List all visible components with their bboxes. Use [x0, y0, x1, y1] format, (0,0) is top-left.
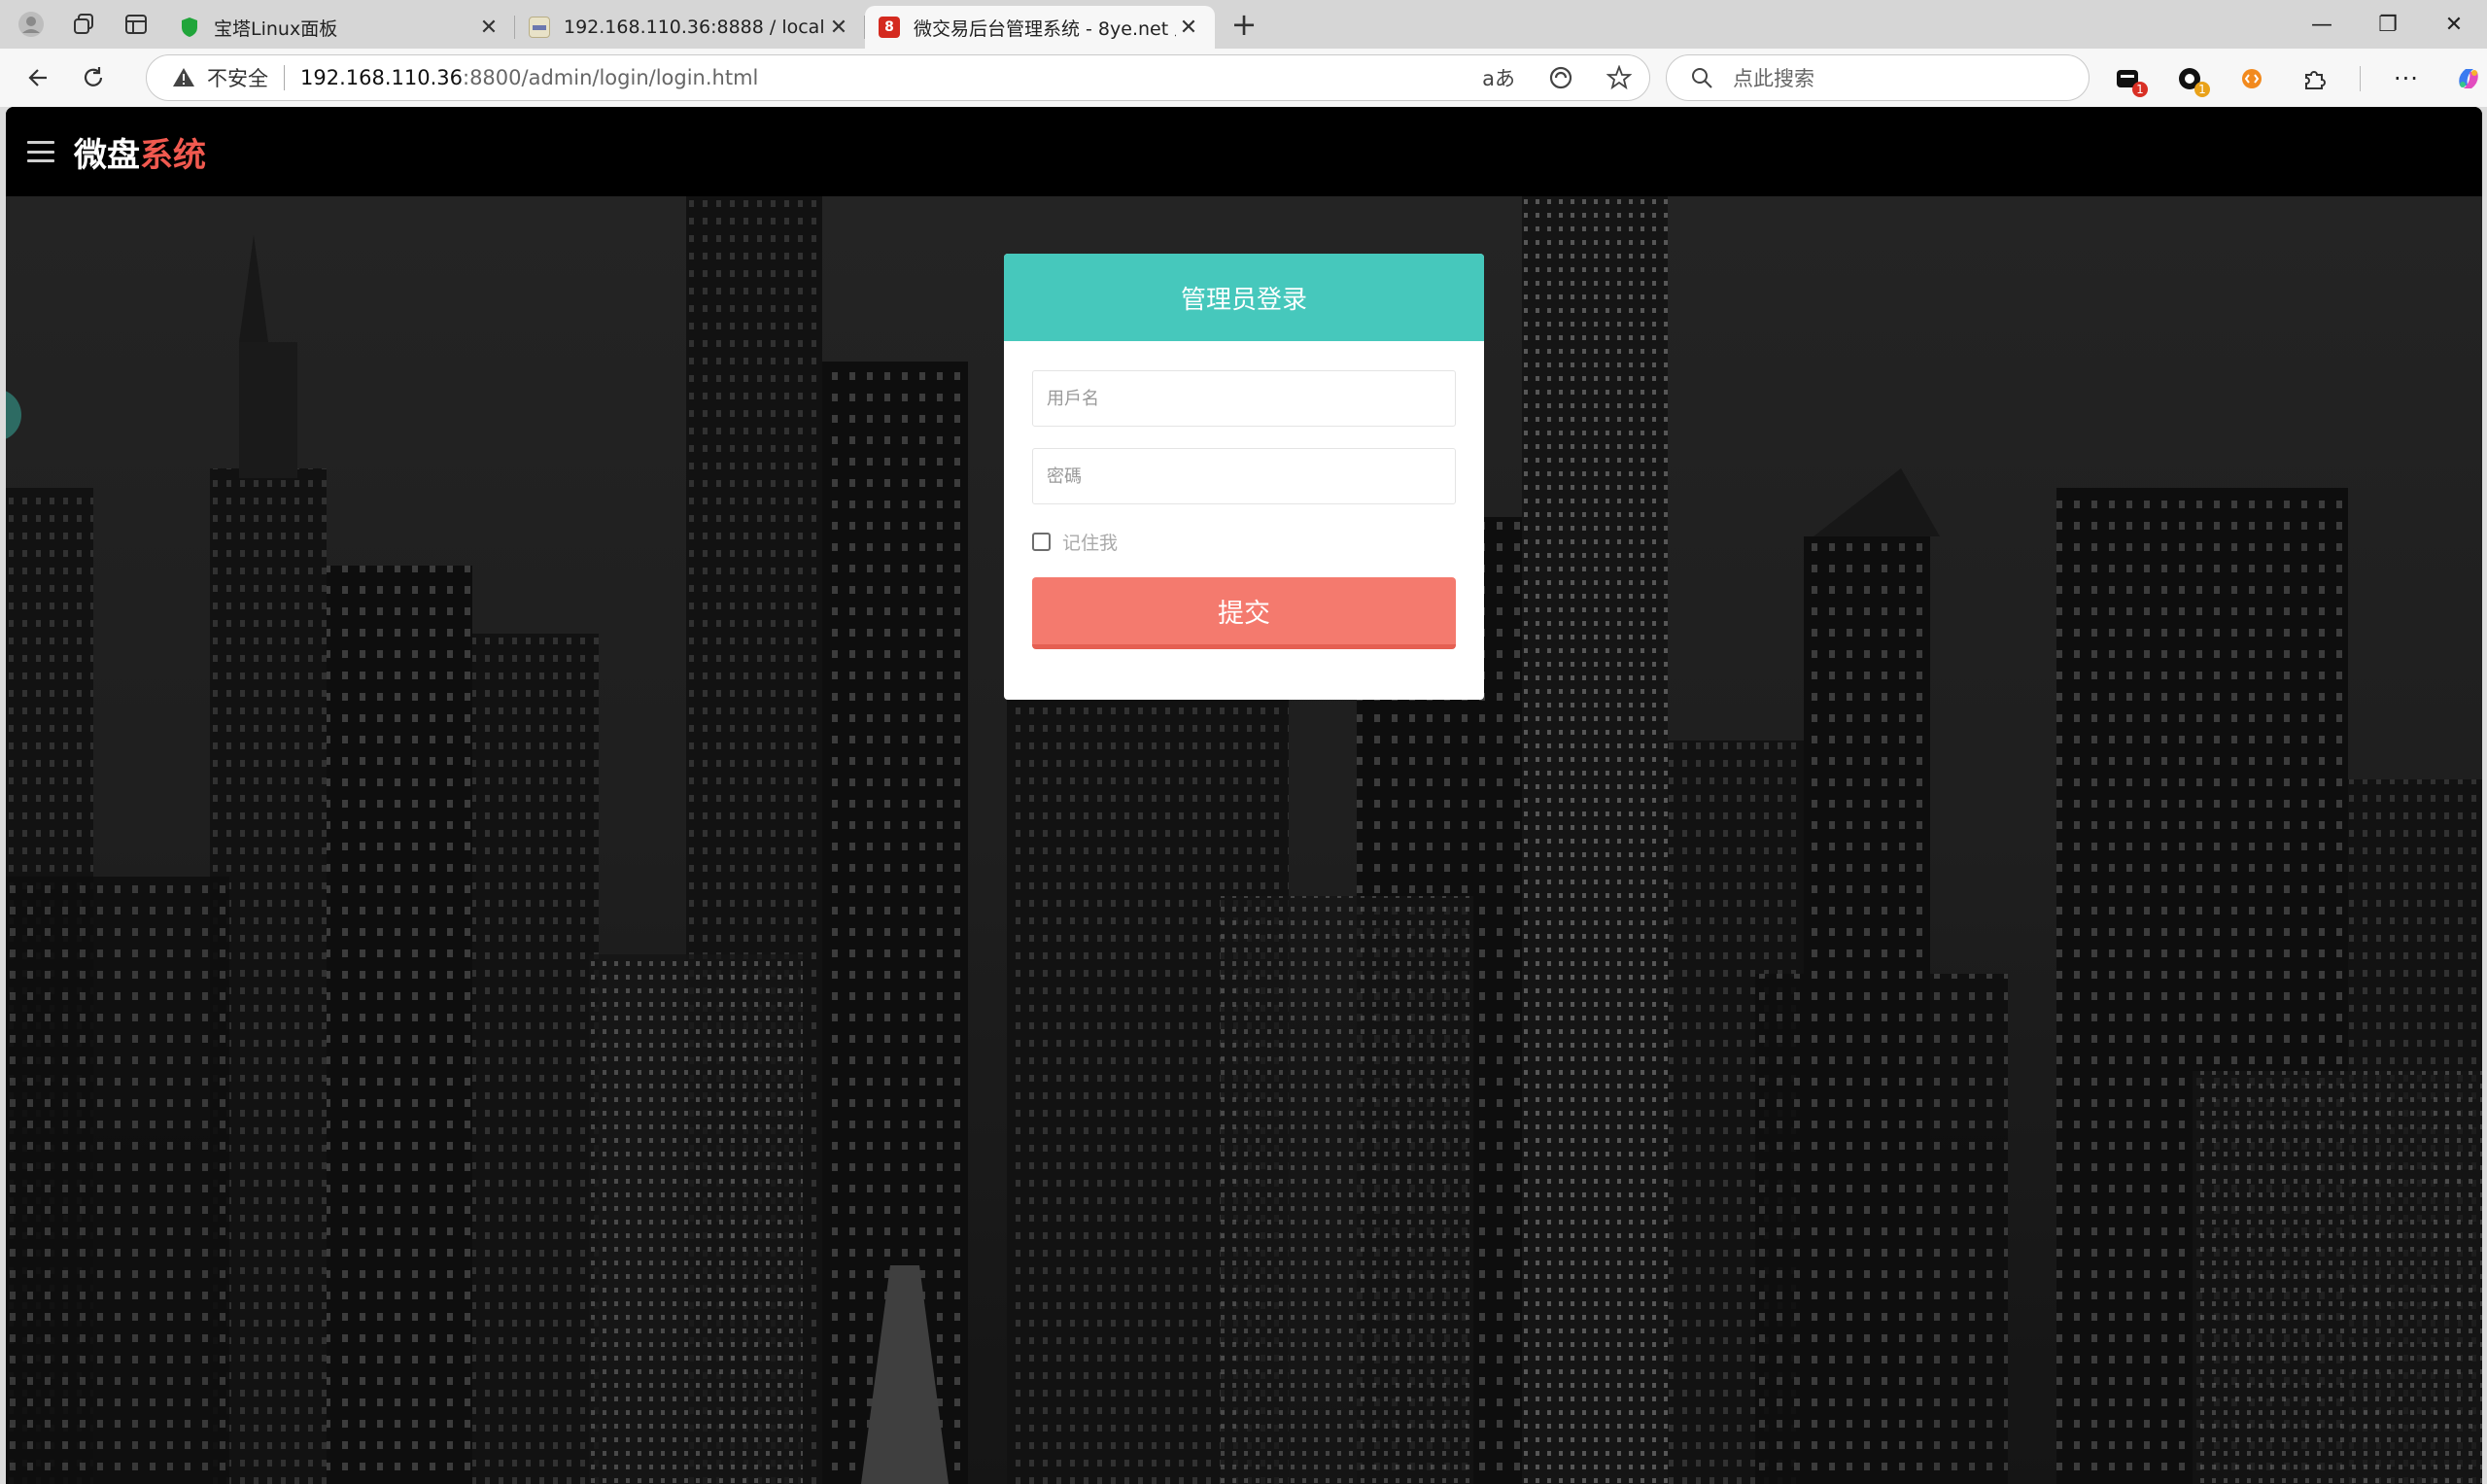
- remember-checkbox[interactable]: [1032, 533, 1051, 551]
- refresh-icon: [84, 67, 103, 86]
- extension-1-icon[interactable]: 1: [2111, 62, 2148, 97]
- brand-part2: 系统: [140, 135, 206, 175]
- back-button[interactable]: [14, 52, 64, 103]
- restore-button[interactable]: ❐: [2355, 0, 2421, 49]
- tab-title: 宝塔Linux面板: [214, 17, 338, 40]
- app-logo: 微盘系统: [74, 128, 206, 176]
- tab-close-icon[interactable]: ✕: [1176, 16, 1201, 40]
- remember-me[interactable]: 记住我: [1032, 529, 1118, 555]
- phpmyadmin-favicon-icon: [529, 17, 550, 38]
- more-menu-icon[interactable]: ···: [2390, 62, 2423, 95]
- tab-admin-login[interactable]: 8 微交易后台管理系统 - 8ye.net 八 ✕: [865, 6, 1215, 49]
- brand-part1: 微盘: [74, 135, 140, 175]
- close-window-button[interactable]: ✕: [2421, 0, 2487, 49]
- browser-essentials-icon[interactable]: [1548, 65, 1573, 90]
- refresh-button[interactable]: [68, 52, 119, 103]
- profile-icon[interactable]: [10, 3, 52, 46]
- username-input[interactable]: [1032, 370, 1456, 427]
- login-panel: 管理员登录 记住我 提交: [1004, 254, 1484, 700]
- submit-button[interactable]: 提交: [1032, 577, 1456, 649]
- 8ye-favicon-icon: 8: [879, 17, 900, 38]
- extensions-puzzle-icon[interactable]: [2297, 62, 2331, 95]
- remember-label: 记住我: [1062, 533, 1119, 554]
- search-icon: [1692, 68, 1712, 88]
- address-bar[interactable]: 不安全 192.168.110.36 :8800/admin/login/log…: [146, 54, 1650, 101]
- notification-badge: 1: [2132, 82, 2148, 97]
- divider: [284, 65, 285, 90]
- search-box[interactable]: 点此搜索: [1666, 54, 2090, 101]
- extension-3-icon[interactable]: [2235, 62, 2268, 95]
- warning-icon: [173, 68, 194, 86]
- tab-phpmyadmin[interactable]: 192.168.110.36:8888 / localhost / ✕: [515, 6, 865, 49]
- browser-tab-strip: 宝塔Linux面板 ✕ 192.168.110.36:8888 / localh…: [0, 0, 2487, 49]
- app-header: 微盘系统: [6, 107, 2482, 196]
- tab-title: 微交易后台管理系统 - 8ye.net 八: [914, 17, 1176, 40]
- extensions-bar: 1 1 ···: [2111, 56, 2485, 101]
- tab-close-icon[interactable]: ✕: [826, 16, 851, 40]
- workspaces-icon[interactable]: [62, 3, 105, 46]
- tab-baota[interactable]: 宝塔Linux面板 ✕: [165, 6, 515, 49]
- menu-icon[interactable]: [27, 141, 54, 162]
- minimize-button[interactable]: —: [2289, 0, 2355, 49]
- tab-close-icon[interactable]: ✕: [476, 16, 501, 40]
- read-aloud-icon[interactable]: aあ: [1482, 63, 1515, 92]
- security-label[interactable]: 不安全: [207, 63, 268, 92]
- new-tab-button[interactable]: +: [1223, 3, 1265, 46]
- browser-toolbar: 不安全 192.168.110.36 :8800/admin/login/log…: [0, 49, 2487, 107]
- extension-2-icon[interactable]: 1: [2173, 62, 2210, 97]
- divider: [2360, 66, 2361, 91]
- shield-favicon-icon: [179, 17, 200, 38]
- page-viewport: 微盘系统 管理员登录 用戶名 记住我 提交: [6, 107, 2482, 1484]
- favorite-star-icon[interactable]: [1606, 65, 1632, 90]
- url-path: :8800/admin/login/login.html: [463, 66, 759, 89]
- search-placeholder: 点此搜索: [1733, 67, 1814, 90]
- tab-title: 192.168.110.36:8888 / localhost /: [564, 17, 826, 38]
- arrow-left-icon: [28, 69, 47, 86]
- notification-badge: 1: [2194, 82, 2210, 97]
- window-controls: — ❐ ✕: [2289, 0, 2487, 49]
- url-host: 192.168.110.36: [300, 66, 463, 89]
- login-title: 管理员登录: [1004, 254, 1484, 341]
- vertical-tabs-icon[interactable]: [115, 3, 157, 46]
- password-input[interactable]: [1032, 448, 1456, 504]
- copilot-icon[interactable]: [2452, 62, 2485, 95]
